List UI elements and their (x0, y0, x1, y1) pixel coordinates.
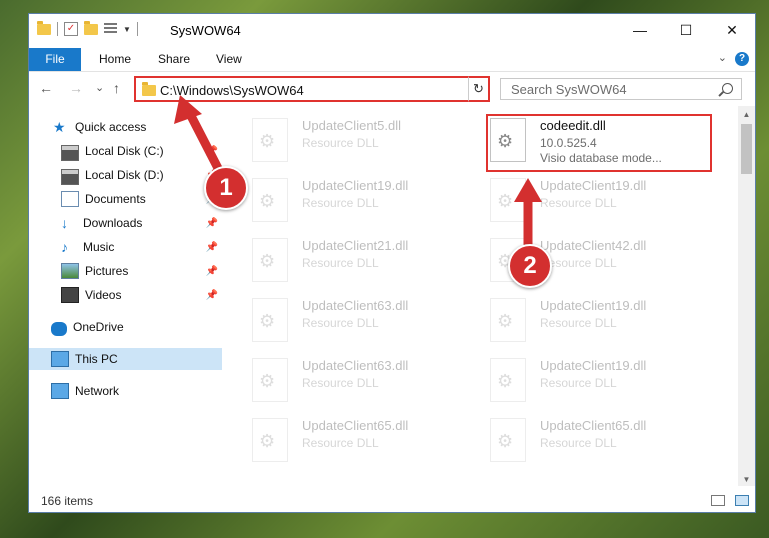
callout-1: 1 (204, 166, 248, 210)
annotation-arrows (174, 95, 542, 249)
callout-2: 2 (508, 244, 552, 288)
arrow-2-head (514, 178, 542, 202)
arrow-1-shaft (183, 105, 227, 181)
